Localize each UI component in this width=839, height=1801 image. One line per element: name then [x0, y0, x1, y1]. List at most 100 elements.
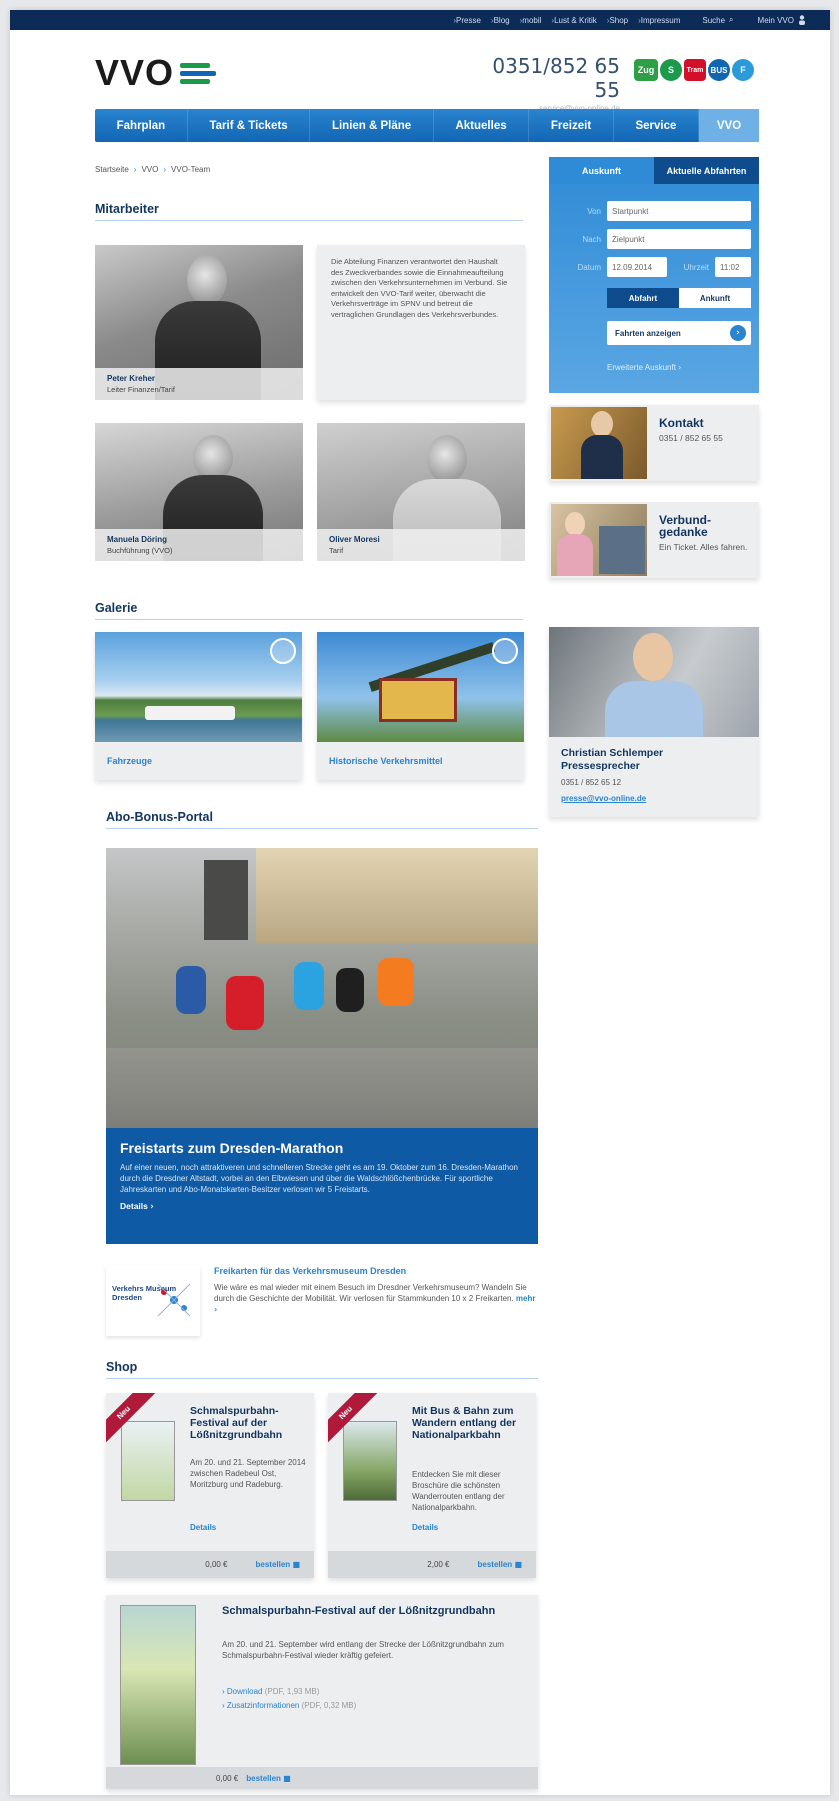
show-trips-button[interactable]: Fahrten anzeigen ›	[607, 321, 751, 345]
breadcrumb-home[interactable]: Startseite	[95, 165, 129, 174]
zug-icon: Zug	[634, 59, 658, 81]
featured-title[interactable]: Schmalspurbahn-Festival auf der Lößnitzg…	[222, 1605, 522, 1618]
contact-photo	[551, 407, 647, 479]
order-label: bestellen	[255, 1560, 291, 1569]
shop-product: Neu Mit Bus & Bahn zum Wandern entlang d…	[328, 1393, 536, 1578]
section-title-mitarbeiter: Mitarbeiter	[95, 202, 523, 221]
staff-card-moresi[interactable]: Oliver Moresi Tarif	[317, 423, 525, 561]
abo-text: Auf einer neuen, noch attraktiveren und …	[120, 1163, 518, 1194]
topbar-link-blog[interactable]: Blog	[491, 16, 510, 25]
section-title-shop: Shop	[106, 1360, 538, 1379]
nav-linien-plaene[interactable]: Linien & Pläne	[310, 109, 434, 142]
department-description-card: Die Abteilung Finanzen verantwortet den …	[317, 245, 525, 400]
staff-card-kreher[interactable]: Peter Kreher Leiter Finanzen/Tarif	[95, 245, 303, 400]
abo-details-link[interactable]: Details ›	[120, 1201, 524, 1212]
nav-service[interactable]: Service	[614, 109, 700, 142]
chevron-right-icon: ›	[678, 363, 682, 372]
product-cover[interactable]	[343, 1421, 397, 1501]
press-photo	[549, 627, 759, 737]
arrival-toggle[interactable]: Ankunft	[679, 288, 751, 308]
download-link[interactable]: › Download (PDF, 1,93 MB)	[222, 1687, 319, 1696]
verbundgedanke-desc: Ein Ticket. Alles fahren.	[659, 542, 748, 552]
promo-text: Wie wäre es mal wieder mit einem Besuch …	[214, 1282, 538, 1315]
museum-logo[interactable]: Verkehrs Museum Dresden	[106, 1266, 200, 1336]
contact-phone: 0351 / 852 65 55	[659, 433, 723, 443]
staff-caption: Peter Kreher Leiter Finanzen/Tarif	[95, 368, 303, 400]
to-label: Nach	[582, 234, 601, 244]
verbundgedanke-card[interactable]: Verbund-gedanke Ein Ticket. Alles fahren…	[549, 502, 759, 578]
tab-auskunft[interactable]: Auskunft	[549, 157, 654, 184]
topbar-search[interactable]: Suche ⌕	[702, 15, 733, 25]
s-bahn-icon: S	[660, 59, 682, 81]
abo-teaser[interactable]: Freistarts zum Dresden-Marathon Auf eine…	[106, 848, 538, 1244]
chevron-right-icon: ›	[214, 1305, 218, 1314]
press-email[interactable]: presse@vvo-online.de	[561, 794, 646, 803]
additional-info-link[interactable]: › Zusatzinformationen (PDF, 0,32 MB)	[222, 1701, 356, 1710]
product-desc: Entdecken Sie mit dieser Broschüre die s…	[412, 1470, 505, 1512]
download-label: Download	[226, 1687, 263, 1696]
my-vvo-link[interactable]: Mein VVO	[758, 15, 806, 25]
topbar-link-mobil[interactable]: mobil	[520, 16, 541, 25]
to-input[interactable]: Zielpunkt	[607, 229, 751, 249]
phone-number[interactable]: 0351/852 65 55	[470, 54, 620, 102]
product-title[interactable]: Mit Bus & Bahn zum Wandern entlang der N…	[412, 1405, 530, 1441]
nav-fahrplan[interactable]: Fahrplan	[95, 109, 188, 142]
gallery-icon	[270, 638, 296, 664]
featured-order-label: bestellen	[246, 1773, 281, 1783]
planner-tabs: Auskunft Aktuelle Abfahrten	[549, 157, 759, 184]
ferry-icon: F	[732, 59, 754, 81]
vvo-logo[interactable]: VVO	[95, 52, 217, 94]
staff-name: Peter Kreher	[107, 374, 156, 383]
press-contact-card: Christian Schlemper Pressesprecher 0351 …	[549, 627, 759, 817]
gallery-label: Historische Verkehrsmittel	[329, 756, 443, 766]
nav-tarif-tickets[interactable]: Tarif & Tickets	[188, 109, 311, 142]
date-input[interactable]: 12.09.2014	[607, 257, 667, 277]
tab-aktuelle-abfahrten[interactable]: Aktuelle Abfahrten	[654, 157, 759, 184]
staff-role: Leiter Finanzen/Tarif	[107, 385, 175, 394]
promo-body: Wie wäre es mal wieder mit einem Besuch …	[214, 1283, 527, 1303]
product-cover[interactable]	[121, 1421, 175, 1501]
gallery-label: Fahrzeuge	[107, 756, 153, 766]
contact-card[interactable]: Kontakt 0351 / 852 65 55	[549, 405, 759, 481]
staff-card-doering[interactable]: Manuela Döring Buchführung (VVO)	[95, 423, 303, 561]
staff-name: Oliver Moresi	[329, 535, 380, 544]
product-footer: 2,00 € bestellen ■	[328, 1551, 536, 1578]
order-button[interactable]: bestellen ■	[478, 1560, 522, 1569]
download-meta: (PDF, 1,93 MB)	[264, 1687, 320, 1696]
press-phone: 0351 / 852 65 12	[561, 778, 622, 787]
product-title[interactable]: Schmalspurbahn-Festival auf der Lößnitzg…	[190, 1405, 308, 1441]
museum-logo-icon	[157, 1283, 191, 1317]
nav-aktuelles[interactable]: Aktuelles	[434, 109, 530, 142]
featured-price: 0,00 €	[216, 1773, 239, 1783]
gallery-item-historische-verkehrsmittel[interactable]: Historische Verkehrsmittel	[317, 632, 524, 780]
staff-caption: Oliver Moresi Tarif	[317, 529, 525, 561]
topbar-link-lust-kritik[interactable]: Lust & Kritik	[551, 16, 597, 25]
product-details-link[interactable]: Details	[190, 1523, 216, 1532]
journey-planner: Auskunft Aktuelle Abfahrten Von Startpun…	[549, 157, 759, 393]
topbar-link-presse[interactable]: Presse	[453, 16, 481, 25]
advanced-search-label: Erweiterte Auskunft	[607, 363, 676, 372]
logo-bars-icon	[180, 61, 217, 85]
featured-order-button[interactable]: bestellen ■	[246, 1774, 290, 1783]
my-vvo-label: Mein VVO	[757, 15, 794, 25]
staff-role: Tarif	[329, 546, 344, 555]
time-input[interactable]: 11:02	[715, 257, 751, 277]
topbar-link-shop[interactable]: Shop	[607, 16, 628, 25]
departure-toggle[interactable]: Abfahrt	[607, 288, 679, 308]
topbar-link-impressum[interactable]: Impressum	[638, 16, 681, 25]
advanced-search-link[interactable]: Erweiterte Auskunft ›	[607, 363, 681, 372]
from-input[interactable]: Startpunkt	[607, 201, 751, 221]
nav-freizeit[interactable]: Freizeit	[529, 109, 614, 142]
chevron-right-icon: ›	[150, 1202, 154, 1212]
product-details-link[interactable]: Details	[412, 1523, 438, 1532]
nav-vvo[interactable]: VVO	[699, 109, 760, 142]
order-button[interactable]: bestellen ■	[256, 1560, 300, 1569]
department-description: Die Abteilung Finanzen verantwortet den …	[331, 257, 508, 319]
topbar-search-label: Suche	[702, 15, 726, 25]
utility-bar: Presse Blog mobil Lust & Kritik Shop Imp…	[10, 10, 830, 30]
breadcrumb-vvo[interactable]: VVO	[141, 165, 158, 174]
gallery-item-fahrzeuge[interactable]: Fahrzeuge	[95, 632, 302, 780]
gallery-icon	[492, 638, 518, 664]
featured-cover[interactable]	[120, 1605, 196, 1765]
promo-title[interactable]: Freikarten für das Verkehrsmuseum Dresde…	[214, 1266, 406, 1276]
